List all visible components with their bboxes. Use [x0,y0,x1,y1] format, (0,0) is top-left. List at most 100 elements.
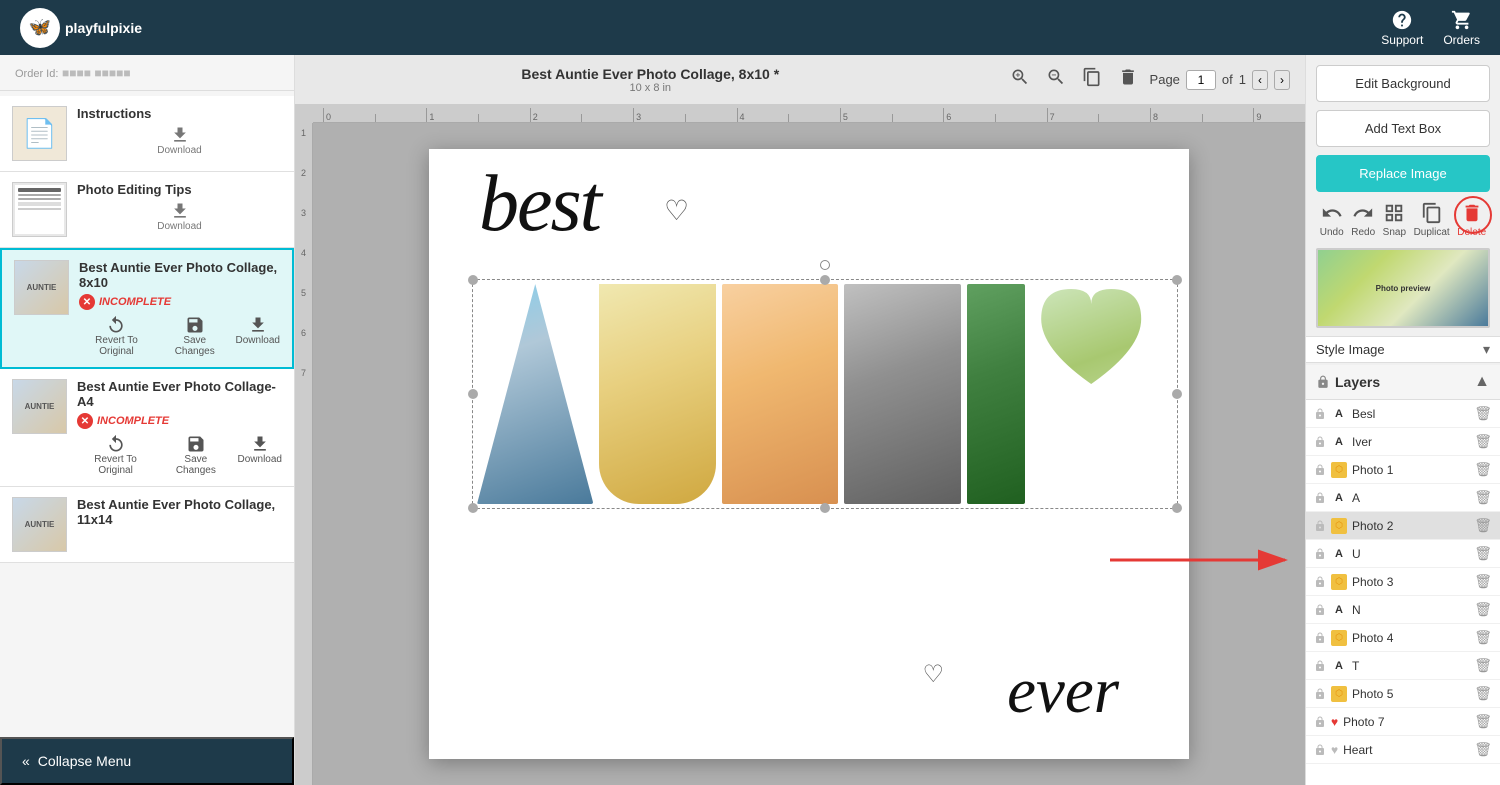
sidebar-item-collage-11x14[interactable]: AUNTIE Best Auntie Ever Photo Collage, 1… [0,487,294,563]
page-prev-button[interactable]: ‹ [1252,70,1268,90]
replace-image-button[interactable]: Replace Image [1316,155,1490,192]
layer-delete-icon[interactable]: 🗑 [1474,601,1492,618]
total-pages: 1 [1239,72,1246,87]
collage-a4-thumb: AUNTIE [12,379,67,434]
letter-i-col[interactable] [967,284,1025,504]
zoom-out-button[interactable] [1042,63,1070,96]
layer-delete-icon[interactable]: 🗑 [1474,713,1492,730]
layer-delete-icon[interactable]: 🗑 [1474,685,1492,702]
photo-tips-content: Photo Editing Tips Download [77,182,282,232]
page-input[interactable] [1186,70,1216,90]
layer-lock-icon [1314,576,1326,588]
canvas-heart-ever: ♡ [922,660,944,689]
layer-type-photo-icon: ⬡ [1331,686,1347,702]
page-next-button[interactable]: › [1274,70,1290,90]
delete-canvas-button[interactable] [1114,63,1142,96]
layer-photo5[interactable]: ⬡ Photo 5 🗑 [1306,680,1500,708]
order-id-label: Order Id: [15,68,58,80]
layer-type-photo-icon: ⬡ [1331,518,1347,534]
canvas-area: Best Auntie Ever Photo Collage, 8x10 * 1… [295,55,1305,785]
add-text-box-button[interactable]: Add Text Box [1316,110,1490,147]
layer-u[interactable]: A U 🗑 [1306,540,1500,568]
layer-lock-icon [1314,744,1326,756]
letter-u-col[interactable] [599,284,715,504]
delete-button[interactable]: Delete [1457,202,1486,238]
layer-name: T [1352,659,1469,673]
layer-lock-icon [1314,520,1326,532]
save-changes-a4-button[interactable]: Save Changes [164,434,227,476]
layer-t[interactable]: A T 🗑 [1306,652,1500,680]
ruler-row: 0 1 2 3 4 5 6 7 [295,105,1305,123]
style-image-row[interactable]: Style Image ▾ [1306,336,1500,363]
edit-background-button[interactable]: Edit Background [1316,65,1490,102]
ruler-v: 1 2 3 4 5 6 7 [295,123,313,785]
sidebar-item-photo-tips[interactable]: Photo Editing Tips Download [0,172,294,248]
layer-photo3[interactable]: ⬡ Photo 3 🗑 [1306,568,1500,596]
undo-label: Undo [1320,227,1344,238]
duplicate-button[interactable]: Duplicat [1414,202,1450,238]
layer-iver[interactable]: A Iver 🗑 [1306,428,1500,456]
letter-t-col[interactable] [844,284,960,504]
letter-n-col[interactable] [722,284,838,504]
redo-button[interactable]: Redo [1351,202,1375,238]
of-label: of [1222,72,1233,87]
layer-lock-icon [1314,408,1326,420]
ruler-tick-15 [1098,114,1150,122]
layer-delete-icon[interactable]: 🗑 [1474,657,1492,674]
layer-delete-icon[interactable]: 🗑 [1474,461,1492,478]
instructions-download[interactable]: Download [77,125,282,156]
orders-button[interactable]: Orders [1443,9,1480,47]
zoom-in-button[interactable] [1006,63,1034,96]
collage-8x10-content: Best Auntie Ever Photo Collage, 8x10 ✕ I… [79,260,280,357]
layer-besl[interactable]: A Besl 🗑 [1306,400,1500,428]
layers-title-text: Layers [1335,374,1380,390]
layer-delete-icon[interactable]: 🗑 [1474,573,1492,590]
lock-icon [1316,375,1330,389]
delete-label: Delete [1457,227,1486,238]
canvas-row: 1 2 3 4 5 6 7 best ♡ [295,123,1305,785]
copy-button[interactable] [1078,63,1106,96]
layers-collapse-button[interactable]: ▲ [1474,373,1490,391]
download-button-8x10[interactable]: Download [236,315,280,357]
layer-photo7[interactable]: ♥ Photo 7 🗑 [1306,708,1500,736]
layer-delete-icon[interactable]: 🗑 [1474,517,1492,534]
undo-button[interactable]: Undo [1320,202,1344,238]
ruler-tick-5 [581,114,633,122]
save-changes-button[interactable]: Save Changes [164,315,226,357]
ruler-tick-16: 8 [1150,108,1202,122]
canvas-scroll[interactable]: best ♡ [313,123,1305,785]
layer-heart[interactable]: ♥ Heart 🗑 [1306,736,1500,764]
layer-photo2[interactable]: ⬡ Photo 2 🗑 [1306,512,1500,540]
layer-delete-icon[interactable]: 🗑 [1474,405,1492,422]
layer-delete-icon[interactable]: 🗑 [1474,433,1492,450]
support-button[interactable]: Support [1381,9,1423,47]
ruler-tick-17 [1202,114,1254,122]
layer-delete-icon[interactable]: 🗑 [1474,545,1492,562]
layer-photo1[interactable]: ⬡ Photo 1 🗑 [1306,456,1500,484]
snap-button[interactable]: Snap [1383,202,1406,238]
layer-n[interactable]: A N 🗑 [1306,596,1500,624]
collapse-menu-button[interactable]: « Collapse Menu [0,737,294,785]
sidebar-item-collage-a4[interactable]: AUNTIE Best Auntie Ever Photo Collage- A… [0,369,294,487]
layer-delete-icon[interactable]: 🗑 [1474,489,1492,506]
collage-a4-status-text: INCOMPLETE [97,415,169,427]
photo-tips-download[interactable]: Download [77,201,282,232]
collapse-menu-label: Collapse Menu [38,753,131,769]
revert-original-a4-button[interactable]: Revert To Original [77,434,154,476]
layer-name: Photo 1 [1352,463,1469,477]
download-a4-button[interactable]: Download [238,434,282,476]
collage-8x10-status: ✕ INCOMPLETE [79,294,280,310]
sidebar-item-instructions[interactable]: 📄 Instructions Download [0,96,294,172]
layer-name: Photo 2 [1352,519,1469,533]
revert-original-button[interactable]: Revert To Original [79,315,154,357]
sidebar-item-collage-8x10[interactable]: AUNTIE Best Auntie Ever Photo Collage, 8… [0,248,294,369]
letter-a-col[interactable] [477,284,593,504]
layer-type-icon: A [1331,546,1347,562]
letter-e-heart-col[interactable] [1031,284,1171,504]
layer-photo4[interactable]: ⬡ Photo 4 🗑 [1306,624,1500,652]
layer-delete-icon[interactable]: 🗑 [1474,629,1492,646]
collage-a4-status: ✕ INCOMPLETE [77,413,282,429]
layer-delete-icon[interactable]: 🗑 [1474,741,1492,758]
layer-a[interactable]: A A 🗑 [1306,484,1500,512]
ruler-tick-18: 9 [1253,108,1305,122]
